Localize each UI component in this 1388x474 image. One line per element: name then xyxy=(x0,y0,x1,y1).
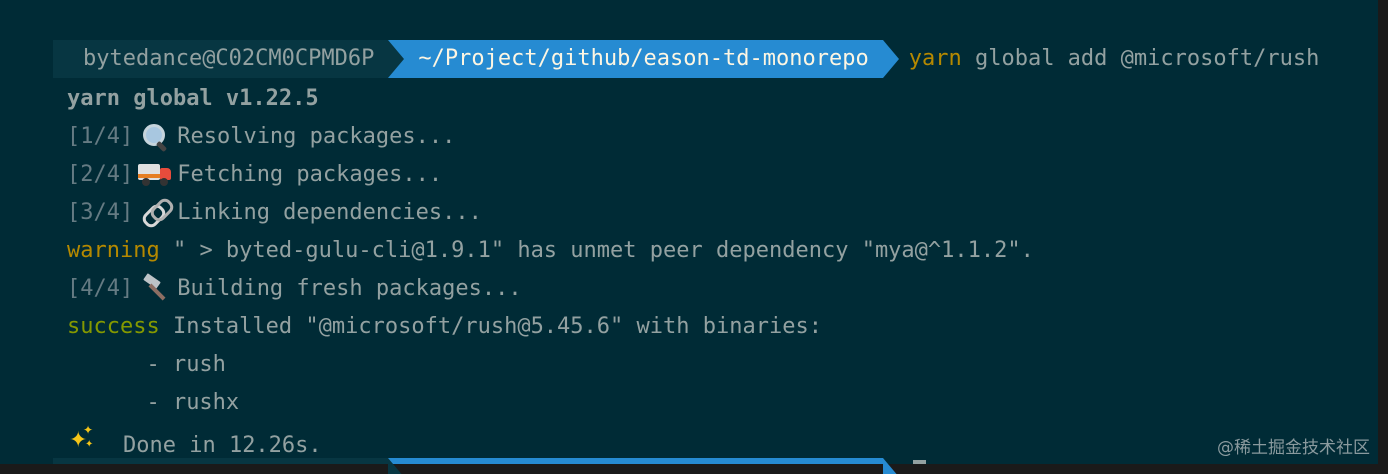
command-input[interactable]: yarn global add @microsoft/rush xyxy=(883,40,1320,78)
terminal-window[interactable]: bytedance@C02CM0CPMD6P ~/Project/github/e… xyxy=(0,0,1388,474)
success-text: Installed "@microsoft/rush@5.45.6" with … xyxy=(159,314,822,339)
binary-item-rushx: - rushx xyxy=(0,346,239,415)
command-args: global add @microsoft/rush xyxy=(974,46,1320,71)
output-step-1: [1/4] Resolving packages... xyxy=(0,80,455,153)
output-warning: warning " > byted-gulu-cli@1.9.1" has un… xyxy=(0,194,1034,263)
output-header: yarn global v1.22.5 xyxy=(0,42,319,111)
output-step-4: [4/4] Building fresh packages... xyxy=(0,232,522,301)
command-name: yarn xyxy=(908,46,962,71)
output-success: success Installed "@microsoft/rush@5.45.… xyxy=(0,270,822,339)
window-edge-bottom xyxy=(0,464,1388,474)
prompt-path: ~/Project/github/eason-td-monorepo xyxy=(388,40,900,78)
prompt-line-2: bytedance@C02CM0CPMD6P~/Project/github/e… xyxy=(0,420,926,474)
output-step-2: [2/4] Fetching packages... xyxy=(0,118,442,187)
binary-item-rush: - rush xyxy=(0,308,225,377)
output-step-3: [3/4] Linking dependencies... xyxy=(0,156,482,231)
output-done: ✦ ✦ ✦ Done in 12.26s. xyxy=(0,384,322,458)
window-edge-right xyxy=(1378,0,1388,474)
prompt-line-1: bytedance@C02CM0CPMD6P ~/Project/github/e… xyxy=(0,2,1319,78)
watermark: @稀土掘金技术社区 xyxy=(1217,438,1370,458)
